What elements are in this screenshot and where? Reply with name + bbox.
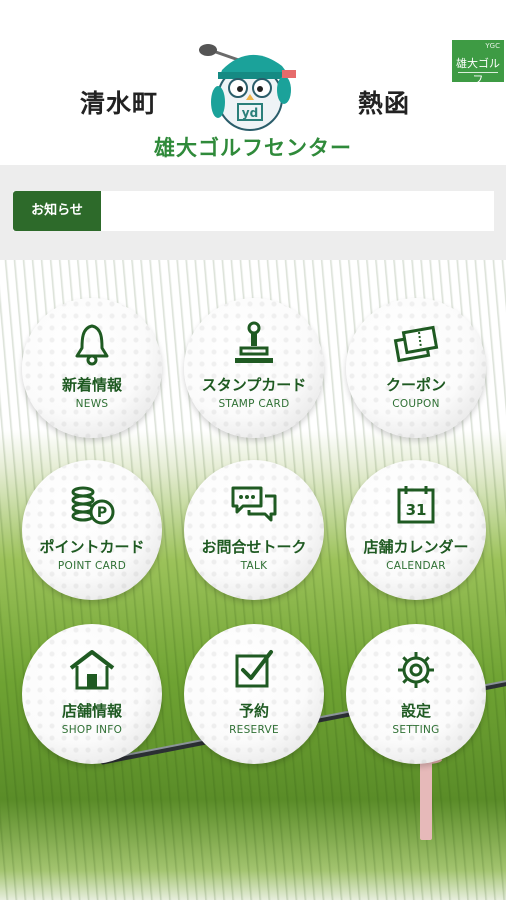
notice-section: お知らせ: [0, 165, 506, 260]
coupon-tickets-icon: [393, 325, 439, 363]
menu-label-jp: ポイントカード: [39, 538, 145, 556]
svg-text:yd: yd: [242, 106, 258, 120]
menu-label-jp: 設定: [400, 702, 431, 720]
house-icon: [69, 650, 115, 690]
flag-name: 雄大ゴルフ: [456, 57, 500, 86]
svg-text:31: 31: [406, 501, 427, 519]
menu-label-en: COUPON: [392, 398, 440, 410]
menu-label-en: STAMP CARD: [218, 398, 290, 410]
app-header: 清水町 yd 熱函 雄大ゴルフセンター YGC 雄大ゴルフ: [0, 0, 506, 165]
golf-tee: [420, 760, 432, 840]
menu-area: 新着情報 NEWS スタンプカード STAMP CARD クーポン COUPON: [0, 260, 506, 900]
menu-label-en: RESERVE: [229, 724, 279, 736]
bell-icon: [75, 324, 109, 366]
menu-label-en: TALK: [240, 560, 268, 572]
menu-label-en: CALENDAR: [386, 560, 446, 572]
menu-reserve-button[interactable]: 予約 RESERVE: [184, 624, 324, 764]
menu-label-en: NEWS: [75, 398, 109, 410]
menu-setting-button[interactable]: 設定 SETTING: [346, 624, 486, 764]
flag-divider: [458, 72, 498, 73]
menu-label-en: SETTING: [392, 724, 440, 736]
menu-label-jp: クーポン: [385, 376, 446, 394]
menu-label-jp: 店舗カレンダー: [363, 538, 469, 556]
menu-label-jp: スタンプカード: [201, 376, 307, 394]
checkbox-icon: [235, 650, 273, 688]
notice-ticker[interactable]: [109, 191, 486, 231]
coins-point-icon: P: [71, 486, 115, 525]
menu-talk-button[interactable]: お問合せトーク TALK: [184, 460, 324, 600]
menu-label-jp: 新着情報: [61, 376, 122, 394]
menu-coupon-button[interactable]: クーポン COUPON: [346, 298, 486, 438]
menu-stamp-card-button[interactable]: スタンプカード STAMP CARD: [184, 298, 324, 438]
menu-news-button[interactable]: 新着情報 NEWS: [22, 298, 162, 438]
menu-point-card-button[interactable]: P ポイントカード POINT CARD: [22, 460, 162, 600]
svg-text:P: P: [97, 505, 107, 521]
menu-label-jp: 予約: [238, 702, 269, 720]
notice-bar[interactable]: お知らせ: [13, 191, 494, 231]
menu-label-jp: 店舗情報: [61, 702, 122, 720]
menu-shop-info-button[interactable]: 店舗情報 SHOP INFO: [22, 624, 162, 764]
calendar-icon: 31: [397, 486, 435, 524]
town-name-right: 熱函: [358, 89, 411, 118]
owl-mascot-logo: yd: [199, 44, 296, 131]
menu-label-en: POINT CARD: [57, 560, 127, 572]
brand-name: 雄大ゴルフセンター: [154, 136, 352, 160]
gear-icon: [398, 652, 434, 688]
chat-bubbles-icon: [231, 486, 277, 522]
ygc-flag-logo: YGC 雄大ゴルフ: [452, 40, 504, 86]
town-name-left: 清水町: [80, 89, 159, 118]
menu-calendar-button[interactable]: 31 店舗カレンダー CALENDAR: [346, 460, 486, 600]
flag-abbrev: YGC: [485, 42, 500, 50]
menu-label-jp: お問合せトーク: [201, 538, 307, 556]
menu-label-en: SHOP INFO: [61, 724, 123, 736]
stamp-icon: [235, 321, 273, 363]
notice-label: お知らせ: [13, 191, 101, 231]
